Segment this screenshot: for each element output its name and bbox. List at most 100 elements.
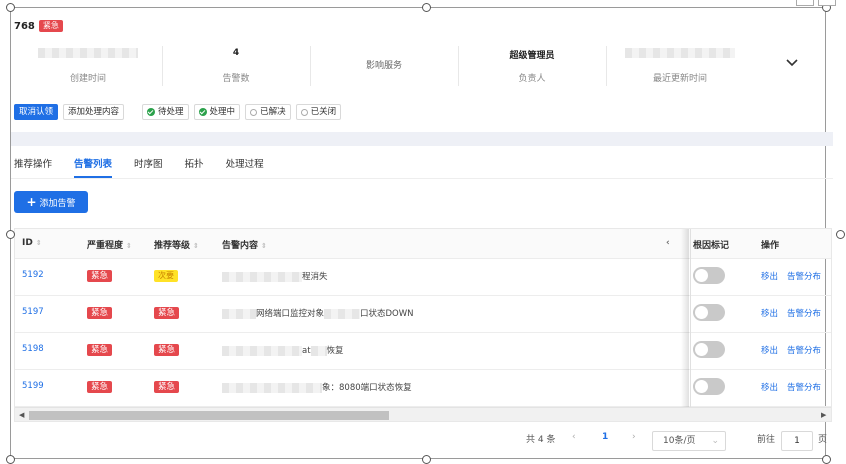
resize-handle[interactable] [836, 230, 845, 239]
alert-distribution-link[interactable]: 告警分布 [787, 307, 821, 319]
alert-table: ID ⇕ 严重程度 ⇕ 推荐等级 ⇕ 告警内容 ⇕ ‹ 根因标记 操作 5192 紧急 … [14, 228, 832, 422]
remove-link[interactable]: 移出 [761, 344, 778, 356]
tab-topology[interactable]: 拓扑 [185, 156, 204, 178]
stat-label: 创建时间 [69, 74, 106, 84]
page-size-select[interactable]: 10条/页 ⌄ [652, 431, 726, 451]
scroll-right-icon[interactable]: ▶ [821, 411, 826, 419]
severity-badge: 紧急 [87, 381, 113, 393]
alert-content: 网络端口监控对象 口状态DOWN [222, 307, 414, 319]
table-row: 5199 紧急 紧急 象：8080端口状态恢复 移出 告警分布 [15, 369, 831, 407]
table-row: 5192 紧急 次要 程消失 移出 告警分布 [15, 258, 831, 296]
check-circle-icon [147, 108, 156, 116]
col-recommend[interactable]: 推荐等级 ⇕ [154, 238, 199, 251]
redacted-value [38, 48, 138, 58]
resize-handle[interactable] [422, 455, 431, 464]
cancel-ack-button[interactable]: 取消认领 [14, 104, 59, 120]
incident-header: 768 紧急 [14, 20, 63, 32]
status-pending-button[interactable]: 待处理 [142, 104, 189, 120]
root-cause-toggle[interactable] [693, 341, 725, 358]
stat-value: 超级管理员 [509, 51, 555, 61]
window-control[interactable] [818, 0, 836, 6]
goto-page-input[interactable]: 1 [781, 431, 813, 451]
col-severity[interactable]: 严重程度 ⇕ [87, 238, 132, 251]
root-cause-toggle[interactable] [693, 378, 725, 395]
severity-badge: 紧急 [38, 20, 63, 32]
table-row: 5197 紧急 紧急 网络端口监控对象 口状态DOWN 移出 告警分布 [15, 295, 831, 333]
resize-handle[interactable] [6, 3, 15, 12]
window-control[interactable] [796, 0, 814, 6]
sort-icon: ⇕ [126, 242, 132, 250]
resize-handle[interactable] [422, 3, 431, 12]
resize-handle[interactable] [6, 230, 15, 239]
resize-handle[interactable] [822, 455, 831, 464]
stat-created-time: 创建时间 [14, 44, 162, 88]
root-cause-toggle[interactable] [693, 267, 725, 284]
root-cause-toggle[interactable] [693, 304, 725, 321]
page-unit-label: 页 [818, 435, 828, 445]
total-count: 共 4 条 [526, 435, 556, 445]
severity-badge: 紧急 [87, 307, 113, 319]
fixed-column-border [690, 229, 691, 407]
incident-id: 768 [14, 20, 35, 32]
stat-affected-service: 影响服务 [310, 44, 458, 88]
sort-icon: ⇕ [35, 239, 42, 247]
status-processing-button[interactable]: 处理中 [193, 104, 241, 120]
alert-id-link[interactable]: 5199 [22, 381, 44, 391]
stat-label: 影响服务 [365, 61, 402, 71]
severity-badge: 紧急 [87, 344, 113, 356]
redacted-value [222, 271, 302, 282]
alert-content: 程消失 [222, 270, 328, 282]
chevron-down-icon: ⌄ [711, 436, 719, 446]
remove-link[interactable]: 移出 [761, 381, 778, 393]
goto-label: 前往 [757, 435, 776, 445]
fixed-column-shadow [681, 229, 689, 407]
redacted-value [222, 382, 322, 393]
recommend-badge: 紧急 [154, 381, 180, 393]
stat-label: 负责人 [518, 74, 546, 84]
tab-process[interactable]: 处理过程 [226, 156, 264, 178]
stats-bar: 创建时间 4 告警数 影响服务 超级管理员 负责人 最近更新时间 [14, 44, 822, 88]
table-header: ID ⇕ 严重程度 ⇕ 推荐等级 ⇕ 告警内容 ⇕ ‹ 根因标记 操作 [15, 229, 831, 259]
tab-recommended[interactable]: 推荐操作 [14, 156, 52, 178]
add-alert-button[interactable]: + 添加告警 [14, 191, 88, 213]
alert-distribution-link[interactable]: 告警分布 [787, 270, 821, 282]
chevron-down-icon[interactable] [786, 57, 798, 69]
alert-distribution-link[interactable]: 告警分布 [787, 381, 821, 393]
alert-content: at 恢复 [222, 344, 344, 356]
status-closed-button[interactable]: 已关闭 [295, 104, 342, 120]
scroll-left-icon[interactable]: ◀ [19, 411, 24, 419]
col-ops: 操作 [761, 241, 780, 251]
recommend-badge: 次要 [154, 270, 178, 282]
resize-handle[interactable] [6, 455, 15, 464]
next-page-icon[interactable]: › [632, 432, 636, 442]
alert-id-link[interactable]: 5192 [22, 270, 44, 280]
plus-icon: + [26, 195, 37, 209]
status-resolved-button[interactable]: 已解决 [245, 104, 291, 120]
horizontal-scrollbar[interactable]: ◀ ▶ [15, 407, 831, 421]
status-label: 已关闭 [310, 107, 337, 117]
recommend-badge: 紧急 [154, 344, 180, 356]
stat-owner: 超级管理员 负责人 [458, 44, 606, 88]
status-label: 待处理 [158, 107, 184, 117]
alert-distribution-link[interactable]: 告警分布 [787, 344, 821, 356]
prev-page-icon[interactable]: ‹ [572, 432, 576, 442]
scrollbar-thumb[interactable] [29, 411, 389, 420]
chevron-left-icon[interactable]: ‹ [666, 238, 670, 248]
tab-timeseries[interactable]: 时序图 [134, 156, 163, 178]
col-id[interactable]: ID ⇕ [22, 238, 42, 248]
alert-id-link[interactable]: 5197 [22, 307, 44, 317]
action-bar: 取消认领 添加处理内容 待处理 处理中 已解决 已关闭 [14, 104, 342, 120]
sort-icon: ⇕ [193, 242, 199, 250]
remove-link[interactable]: 移出 [761, 307, 778, 319]
alert-id-link[interactable]: 5198 [22, 344, 44, 354]
add-handling-button[interactable]: 添加处理内容 [63, 104, 125, 120]
tab-alert-list[interactable]: 告警列表 [74, 156, 113, 178]
remove-link[interactable]: 移出 [761, 270, 778, 282]
page-number[interactable]: 1 [602, 432, 608, 442]
redacted-value [625, 48, 735, 58]
status-label: 处理中 [209, 107, 236, 117]
tab-bar: 推荐操作 告警列表 时序图 拓扑 处理过程 [14, 156, 286, 178]
alert-content: 象：8080端口状态恢复 [222, 381, 412, 393]
redacted-value [222, 308, 256, 319]
col-content[interactable]: 告警内容 ⇕ [222, 238, 267, 251]
